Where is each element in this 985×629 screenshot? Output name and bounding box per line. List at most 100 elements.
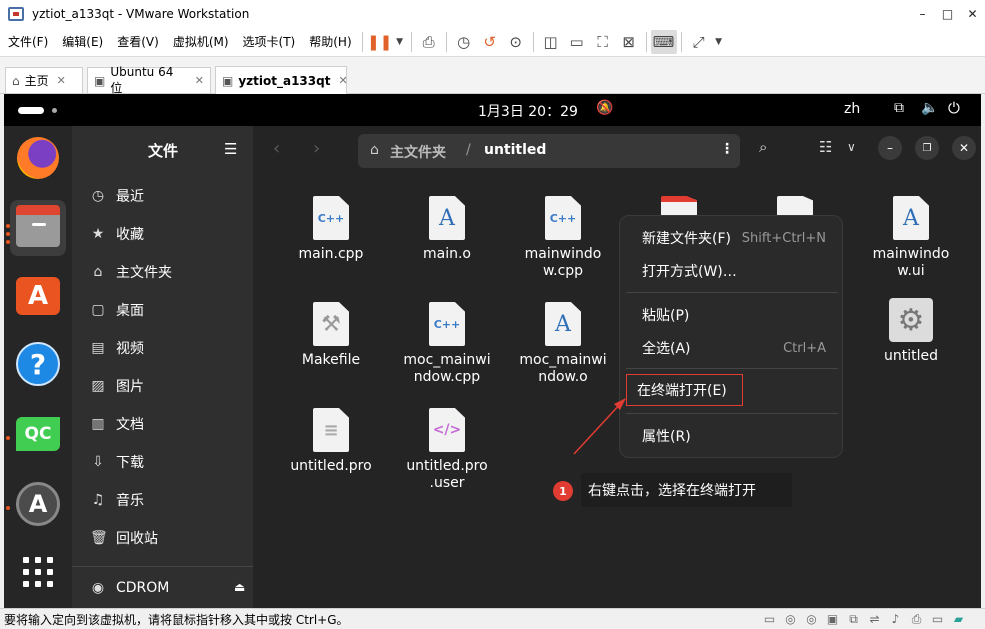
- hamburger-menu-icon[interactable]: ☰: [224, 140, 237, 158]
- guest-screen[interactable]: 1月3日 20：29 🔕 zh ⧉ 🔈 ⏻ A ? QC A 文件 ☰ ◷ 最近…: [4, 94, 981, 608]
- close-window-button[interactable]: ✕: [952, 136, 976, 160]
- thumbnail-bar-icon[interactable]: ▭: [564, 30, 590, 54]
- dock-help[interactable]: ?: [10, 336, 66, 392]
- network-adapter-icon[interactable]: ⧉: [843, 611, 864, 627]
- more-options-icon[interactable]: ⋮: [720, 141, 734, 157]
- dropdown-arrow-icon[interactable]: ▼: [712, 30, 726, 54]
- view-options-chevron-icon[interactable]: ∨: [847, 140, 856, 154]
- file-item[interactable]: A moc_mainwi ndow.o: [518, 302, 608, 386]
- menu-vm[interactable]: 虚拟机(M): [167, 33, 235, 50]
- pause-icon[interactable]: ❚❚: [367, 30, 393, 54]
- minimize-button[interactable]: –: [910, 0, 935, 27]
- snapshot-icon[interactable]: ◷: [451, 30, 477, 54]
- console-view-icon[interactable]: ⌨: [650, 29, 677, 54]
- cd-drive-icon[interactable]: ◎: [780, 611, 801, 627]
- file-item[interactable]: C++ mainwindo w.cpp: [518, 196, 608, 280]
- toolbar-divider: [410, 31, 412, 52]
- close-icon[interactable]: ✕: [195, 74, 204, 87]
- close-icon[interactable]: ✕: [338, 74, 347, 87]
- dock-show-apps[interactable]: [10, 544, 66, 600]
- stretch-guest-icon[interactable]: ⤢: [686, 30, 712, 54]
- file-item[interactable]: ⚒ Makefile: [286, 302, 376, 369]
- activities-button[interactable]: [18, 107, 44, 114]
- file-item[interactable]: ≡ untitled.pro: [286, 408, 376, 475]
- tab-home[interactable]: ⌂ 主页 ✕: [5, 67, 83, 93]
- menu-item-paste[interactable]: 粘贴(P): [626, 301, 838, 329]
- sound-card-icon[interactable]: ♪: [885, 611, 906, 627]
- revert-snapshot-icon[interactable]: ↺: [477, 30, 503, 54]
- maximize-window-button[interactable]: ❐: [915, 136, 939, 160]
- window-title: yztiot_a133qt - VMware Workstation: [32, 6, 250, 21]
- menu-file[interactable]: 文件(F): [2, 33, 54, 50]
- dock-qtcreator[interactable]: QC: [10, 406, 66, 462]
- search-icon[interactable]: ⌕: [759, 138, 767, 156]
- dropdown-arrow-icon[interactable]: ▼: [393, 30, 407, 54]
- clock[interactable]: 1月3日 20：29: [478, 101, 578, 121]
- snapshot-manager-icon[interactable]: ⊙: [503, 30, 529, 54]
- dock-files[interactable]: [10, 200, 66, 256]
- input-language[interactable]: zh: [844, 101, 860, 117]
- sidebar-item-label: 回收站: [116, 531, 158, 547]
- network-icon[interactable]: ⧉: [894, 100, 904, 116]
- path-bar[interactable]: ⌂ 主文件夹 / untitled ⋮: [358, 134, 740, 168]
- menu-item-open-with[interactable]: 打开方式(W)…: [626, 257, 838, 285]
- sidebar-item-home[interactable]: ⌂ 主文件夹: [90, 260, 172, 284]
- path-current[interactable]: untitled: [484, 142, 546, 158]
- file-item[interactable]: A main.o: [402, 196, 492, 263]
- sidebar-item-videos[interactable]: ▤ 视频: [90, 336, 144, 360]
- menu-item-properties[interactable]: 属性(R): [626, 422, 838, 450]
- menu-item-new-folder[interactable]: 新建文件夹(F) Shift+Ctrl+N: [626, 224, 838, 252]
- menu-item-open-in-terminal[interactable]: 在终端打开(E): [626, 374, 743, 406]
- tab-ubuntu[interactable]: ▣ Ubuntu 64 位 ✕: [87, 65, 211, 95]
- floppy-icon[interactable]: ▣: [822, 611, 843, 627]
- tab-yztiot[interactable]: ▣ yztiot_a133qt ✕: [215, 66, 348, 94]
- file-item[interactable]: A mainwindo w.ui: [866, 196, 956, 280]
- menu-item-label: 粘贴(P): [642, 308, 690, 324]
- maximize-button[interactable]: □: [935, 0, 960, 27]
- cd-drive-icon[interactable]: ◎: [801, 611, 822, 627]
- volume-icon[interactable]: 🔈: [921, 100, 938, 116]
- send-ctrl-alt-del-icon[interactable]: ⎙: [416, 30, 442, 54]
- power-icon[interactable]: ⏻: [948, 99, 960, 117]
- eject-icon[interactable]: ⏏: [234, 580, 245, 594]
- menubar: 文件(F) 编辑(E) 查看(V) 虚拟机(M) 选项卡(T) 帮助(H) ❚❚…: [0, 27, 985, 57]
- usb-icon[interactable]: ⇌: [864, 611, 885, 627]
- dock-firefox[interactable]: [10, 130, 66, 186]
- printer-icon[interactable]: ⎙: [906, 611, 927, 627]
- menu-item-select-all[interactable]: 全选(A) Ctrl+A: [626, 334, 838, 362]
- sidebar-item-pictures[interactable]: ▨ 图片: [90, 374, 144, 398]
- hard-disk-icon[interactable]: ▭: [759, 611, 780, 627]
- close-icon[interactable]: ✕: [57, 74, 66, 87]
- list-view-icon[interactable]: ☷: [819, 138, 832, 156]
- menu-help[interactable]: 帮助(H): [303, 33, 357, 50]
- unity-icon[interactable]: ⊠: [616, 30, 642, 54]
- sidebar-item-recent[interactable]: ◷ 最近: [90, 184, 144, 208]
- file-item[interactable]: </> untitled.pro .user: [402, 408, 492, 492]
- file-item[interactable]: C++ moc_mainwi ndow.cpp: [402, 302, 492, 386]
- sidebar-toggle-icon[interactable]: ◫: [538, 30, 564, 54]
- dock-updater[interactable]: A: [10, 476, 66, 532]
- sidebar-item-music[interactable]: ♫ 音乐: [90, 488, 144, 512]
- sidebar-item-trash[interactable]: 🗑 回收站: [90, 526, 158, 550]
- close-window-button[interactable]: ✕: [960, 0, 985, 27]
- dock-software[interactable]: A: [10, 268, 66, 324]
- message-icon[interactable]: ▰: [948, 611, 969, 627]
- file-item[interactable]: ⚙ untitled: [866, 298, 956, 365]
- sidebar-item-documents[interactable]: ▥ 文档: [90, 412, 144, 436]
- file-item[interactable]: C++ main.cpp: [286, 196, 376, 263]
- display-icon[interactable]: ▭: [927, 611, 948, 627]
- sidebar-item-downloads[interactable]: ⇩ 下载: [90, 450, 144, 474]
- menu-edit[interactable]: 编辑(E): [56, 33, 109, 50]
- menu-view[interactable]: 查看(V): [111, 33, 165, 50]
- sidebar-item-cdrom[interactable]: ◉ CDROM ⏏: [90, 576, 245, 600]
- minimize-window-button[interactable]: –: [878, 136, 902, 160]
- path-home[interactable]: 主文件夹: [390, 142, 446, 162]
- sidebar-item-desktop[interactable]: ▢ 桌面: [90, 298, 144, 322]
- menu-tabs[interactable]: 选项卡(T): [237, 33, 302, 50]
- back-arrow-icon[interactable]: ‹: [273, 138, 280, 159]
- fullscreen-icon[interactable]: ⛶: [590, 30, 616, 54]
- forward-arrow-icon[interactable]: ›: [313, 138, 320, 159]
- music-icon: ♫: [91, 492, 105, 508]
- sidebar-item-starred[interactable]: ★ 收藏: [90, 222, 144, 246]
- notifications-muted-icon[interactable]: 🔕: [596, 100, 613, 116]
